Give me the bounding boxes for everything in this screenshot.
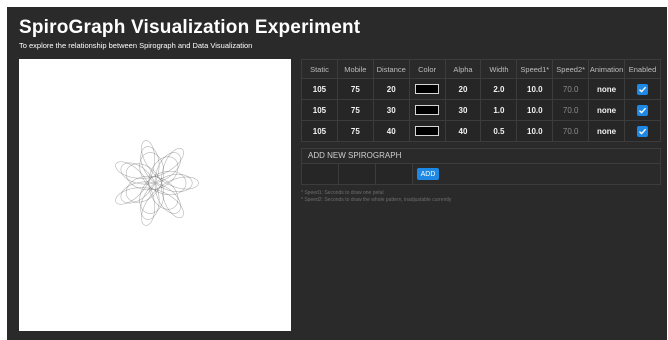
spiro-curve-2: [120, 146, 193, 220]
mobile-cell[interactable]: 75: [336, 120, 374, 142]
width-cell[interactable]: 2.0: [480, 78, 518, 100]
table-row: 105 75 30 30 1.0 10.0 70.0 none: [301, 99, 661, 121]
col-distance: Distance: [372, 59, 410, 79]
alpha-cell[interactable]: 30: [444, 99, 482, 121]
spirograph-canvas[interactable]: [19, 59, 291, 331]
distance-cell[interactable]: 30: [372, 99, 410, 121]
col-static: Static: [301, 59, 338, 79]
new-static-input[interactable]: [302, 164, 339, 184]
enabled-cell: [624, 99, 661, 121]
animation-cell[interactable]: none: [588, 120, 626, 142]
distance-cell[interactable]: 40: [372, 120, 410, 142]
color-cell: [408, 99, 446, 121]
width-cell[interactable]: 1.0: [480, 99, 518, 121]
add-spirograph-row: ADD: [301, 164, 661, 185]
control-panel: Static Mobile Distance Color Alpha Width…: [301, 59, 661, 204]
page-subtitle: To explore the relationship between Spir…: [19, 41, 253, 50]
col-speed1: Speed1*: [516, 59, 554, 79]
mobile-cell[interactable]: 75: [336, 99, 374, 121]
col-animation: Animation: [588, 59, 626, 79]
color-cell: [408, 120, 446, 142]
check-icon: [639, 107, 647, 114]
spirograph-table: Static Mobile Distance Color Alpha Width…: [301, 59, 661, 142]
speed2-note: * Speed2: Seconds to draw the whole patt…: [301, 197, 452, 203]
col-alpha: Alpha: [444, 59, 482, 79]
check-icon: [639, 128, 647, 135]
mobile-cell[interactable]: 75: [336, 78, 374, 100]
col-color: Color: [408, 59, 446, 79]
table-header-row: Static Mobile Distance Color Alpha Width…: [301, 59, 661, 79]
alpha-cell[interactable]: 20: [444, 78, 482, 100]
table-row: 105 75 20 20 2.0 10.0 70.0 none: [301, 78, 661, 100]
animation-cell[interactable]: none: [588, 99, 626, 121]
enabled-cell: [624, 78, 661, 100]
col-enabled: Enabled: [624, 59, 661, 79]
add-button-cell: ADD: [413, 164, 439, 184]
check-icon: [639, 86, 647, 93]
speed2-cell: 70.0: [552, 99, 590, 121]
speed2-cell: 70.0: [552, 78, 590, 100]
col-speed2: Speed2*: [552, 59, 590, 79]
speed1-cell[interactable]: 10.0: [516, 99, 554, 121]
col-mobile: Mobile: [336, 59, 374, 79]
speed1-cell[interactable]: 10.0: [516, 78, 554, 100]
distance-cell[interactable]: 20: [372, 78, 410, 100]
static-cell[interactable]: 105: [301, 120, 338, 142]
footnotes: * Speed1: Seconds to draw one petal * Sp…: [301, 190, 661, 204]
enabled-checkbox[interactable]: [637, 83, 648, 95]
color-swatch[interactable]: [415, 105, 440, 115]
col-width: Width: [480, 59, 518, 79]
speed1-note: * Speed1: Seconds to draw one petal: [301, 190, 384, 196]
enabled-cell: [624, 120, 661, 142]
color-swatch[interactable]: [415, 84, 440, 94]
static-cell[interactable]: 105: [301, 78, 338, 100]
page-title: SpiroGraph Visualization Experiment: [19, 17, 361, 38]
animation-cell[interactable]: none: [588, 78, 626, 100]
speed1-cell[interactable]: 10.0: [516, 120, 554, 142]
table-row: 105 75 40 40 0.5 10.0 70.0 none: [301, 120, 661, 142]
add-button[interactable]: ADD: [417, 168, 439, 180]
color-swatch[interactable]: [415, 126, 440, 136]
app-page: SpiroGraph Visualization Experiment To e…: [7, 7, 667, 340]
new-mobile-input[interactable]: [339, 164, 376, 184]
new-distance-input[interactable]: [376, 164, 413, 184]
static-cell[interactable]: 105: [301, 99, 338, 121]
spirograph-drawing: [115, 140, 199, 226]
width-cell[interactable]: 0.5: [480, 120, 518, 142]
enabled-checkbox[interactable]: [637, 104, 648, 116]
speed2-cell: 70.0: [552, 120, 590, 142]
color-cell: [408, 78, 446, 100]
enabled-checkbox[interactable]: [637, 125, 648, 137]
alpha-cell[interactable]: 40: [444, 120, 482, 142]
add-section-title: ADD NEW SPIROGRAPH: [301, 148, 661, 164]
